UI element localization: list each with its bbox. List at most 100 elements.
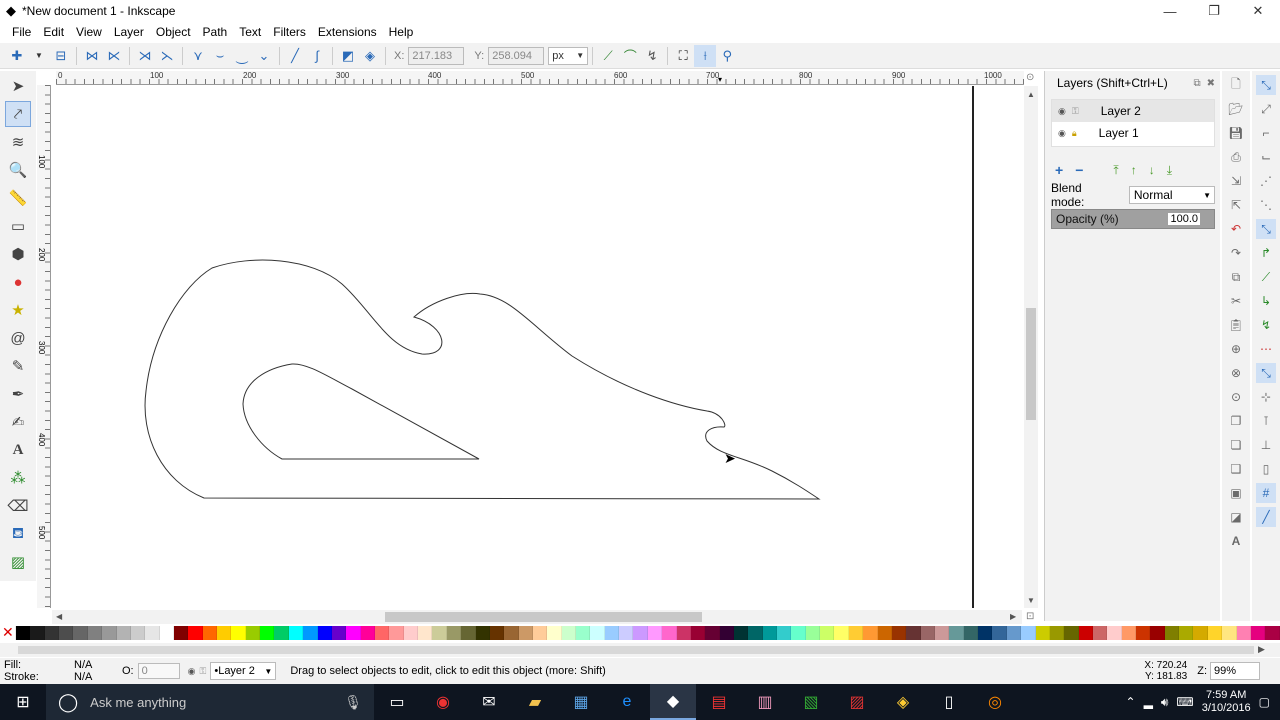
menu-edit[interactable]: Edit <box>37 25 70 39</box>
color-swatch[interactable] <box>116 626 131 640</box>
color-swatch[interactable] <box>159 626 174 640</box>
color-swatch[interactable] <box>188 626 203 640</box>
import-icon[interactable]: ⇲ <box>1226 171 1246 191</box>
color-swatch[interactable] <box>30 626 45 640</box>
color-swatch[interactable] <box>1035 626 1050 640</box>
color-swatch[interactable] <box>173 626 189 640</box>
menu-layer[interactable]: Layer <box>108 25 150 39</box>
redo-icon[interactable]: ↷ <box>1226 243 1246 263</box>
color-swatch[interactable] <box>16 626 31 640</box>
horizontal-scrollbar[interactable]: ◀ ▶ <box>52 610 1022 624</box>
wave-path-drawing[interactable] <box>52 86 1022 608</box>
color-swatch[interactable] <box>1250 626 1266 640</box>
color-swatch[interactable] <box>44 626 60 640</box>
color-swatch[interactable] <box>662 626 677 640</box>
layer-row-layer-2[interactable]: ◉ ⚿ Layer 2 <box>1052 100 1214 122</box>
color-swatch[interactable] <box>920 626 935 640</box>
edge-browser-icon[interactable]: e <box>604 684 650 720</box>
node-tool-icon[interactable]: ⤤ <box>5 101 31 127</box>
vertical-scroll-thumb[interactable] <box>1026 308 1036 420</box>
fill-stroke-icon[interactable]: ◪ <box>1226 507 1246 527</box>
color-swatch[interactable] <box>777 626 792 640</box>
file-explorer-icon[interactable]: ▰ <box>512 684 558 720</box>
menu-help[interactable]: Help <box>383 25 420 39</box>
3d-box-tool-icon[interactable]: ⬢ <box>5 241 31 267</box>
color-swatch[interactable] <box>532 626 548 640</box>
export-icon[interactable]: ⇱ <box>1226 195 1246 215</box>
new-document-icon[interactable]: 🗋 <box>1226 75 1246 95</box>
cut-icon[interactable]: ✂ <box>1226 291 1246 311</box>
color-swatch[interactable] <box>461 626 476 640</box>
snap-midpoint-icon[interactable]: ⋯ <box>1256 339 1276 359</box>
color-swatch[interactable] <box>1164 626 1180 640</box>
lock-open-icon[interactable]: ⚿ <box>1072 106 1079 117</box>
color-swatch[interactable] <box>504 626 519 640</box>
layer-to-top-icon[interactable]: ⤒ <box>1113 163 1118 178</box>
color-swatch[interactable] <box>130 626 146 640</box>
menu-view[interactable]: View <box>70 25 108 39</box>
measure-tool-icon[interactable]: 📏 <box>5 185 31 211</box>
tray-chevron-icon[interactable]: ⌃ <box>1126 695 1136 709</box>
color-swatch[interactable] <box>834 626 849 640</box>
snap-baseline-icon[interactable]: ⊥ <box>1256 435 1276 455</box>
spray-tool-icon[interactable]: ⁂ <box>5 465 31 491</box>
task-view-icon[interactable]: ▭ <box>374 684 420 720</box>
undo-icon[interactable]: ↶ <box>1226 219 1246 239</box>
snap-path-icon[interactable]: ↱ <box>1256 243 1276 263</box>
zoom-tool-icon[interactable]: 🔍 <box>5 157 31 183</box>
zoom-drawing-icon[interactable]: ⊗ <box>1226 363 1246 383</box>
stroke-to-path-icon[interactable]: ◈ <box>359 45 381 67</box>
eraser-tool-icon[interactable]: ⌫ <box>5 493 31 519</box>
inkscape-taskbar-icon[interactable]: ◆ <box>650 684 696 720</box>
snap-others-icon[interactable]: ⤡ <box>1256 363 1276 383</box>
dropdown-icon[interactable]: ▼ <box>28 45 50 67</box>
color-swatch[interactable] <box>1078 626 1093 640</box>
color-swatch[interactable] <box>245 626 261 640</box>
unit-select[interactable]: px ▼ <box>548 46 589 65</box>
node-auto-icon[interactable]: ⌄ <box>253 45 275 67</box>
mail-icon[interactable]: ✉ <box>466 684 512 720</box>
layer-up-icon[interactable]: ↑ <box>1131 163 1137 177</box>
tweak-tool-icon[interactable]: ≋ <box>5 129 31 155</box>
menu-filters[interactable]: Filters <box>267 25 312 39</box>
segment-line-icon[interactable]: ╱ <box>284 45 306 67</box>
zoom-selection-icon[interactable]: ⊕ <box>1226 339 1246 359</box>
minimize-button[interactable]: — <box>1148 0 1192 22</box>
show-outline-icon[interactable]: ⌒ <box>619 45 641 67</box>
snap-smooth-icon[interactable]: ↯ <box>1256 315 1276 335</box>
color-swatch[interactable] <box>1236 626 1251 640</box>
snap-nodes-icon[interactable]: ⤡ <box>1256 219 1276 239</box>
color-swatch[interactable] <box>762 626 778 640</box>
color-swatch[interactable] <box>748 626 763 640</box>
color-swatch[interactable] <box>1179 626 1194 640</box>
object-to-path-icon[interactable]: ◩ <box>337 45 359 67</box>
vertical-scrollbar[interactable]: ▲ ▼ <box>1024 86 1038 608</box>
print-icon[interactable]: ⎙ <box>1226 147 1246 167</box>
zoom-field[interactable]: 99% <box>1210 662 1260 680</box>
pencil-tool-icon[interactable]: ✎ <box>5 353 31 379</box>
color-swatch[interactable] <box>1207 626 1223 640</box>
color-swatch[interactable] <box>705 626 720 640</box>
segment-curve-icon[interactable]: ∫ <box>306 45 328 67</box>
snap-rotation-icon[interactable]: ⊺ <box>1256 411 1276 431</box>
chrome-icon[interactable]: ◉ <box>420 684 466 720</box>
x-coordinate-field[interactable]: 217.183 <box>408 46 465 65</box>
y-coordinate-field[interactable]: 258.094 <box>488 46 545 65</box>
image-viewer-icon[interactable]: ▥ <box>742 684 788 720</box>
color-swatch[interactable] <box>561 626 577 640</box>
remove-layer-icon[interactable]: − <box>1075 162 1083 178</box>
fill-stroke-values[interactable]: N/A N/A <box>74 659 114 683</box>
snap-bbox-midpoint-icon[interactable]: ⋰ <box>1256 171 1276 191</box>
color-swatch[interactable] <box>1049 626 1065 640</box>
color-swatch[interactable] <box>992 626 1007 640</box>
close-button[interactable]: ✕ <box>1236 0 1280 22</box>
color-swatch[interactable] <box>102 626 117 640</box>
notifications-icon[interactable]: ▢ <box>1259 695 1270 709</box>
paint-bucket-tool-icon[interactable]: ⛾ <box>5 521 31 547</box>
color-swatch[interactable] <box>547 626 562 640</box>
color-swatch[interactable] <box>1193 626 1208 640</box>
lock-icon[interactable]: ⚿ <box>199 666 206 677</box>
node-cusp-icon[interactable]: ⋎ <box>187 45 209 67</box>
cortana-search-box[interactable]: ◯ Ask me anything 🎙︎ <box>46 684 374 720</box>
snap-bbox-corner-icon[interactable]: ⌙ <box>1256 147 1276 167</box>
